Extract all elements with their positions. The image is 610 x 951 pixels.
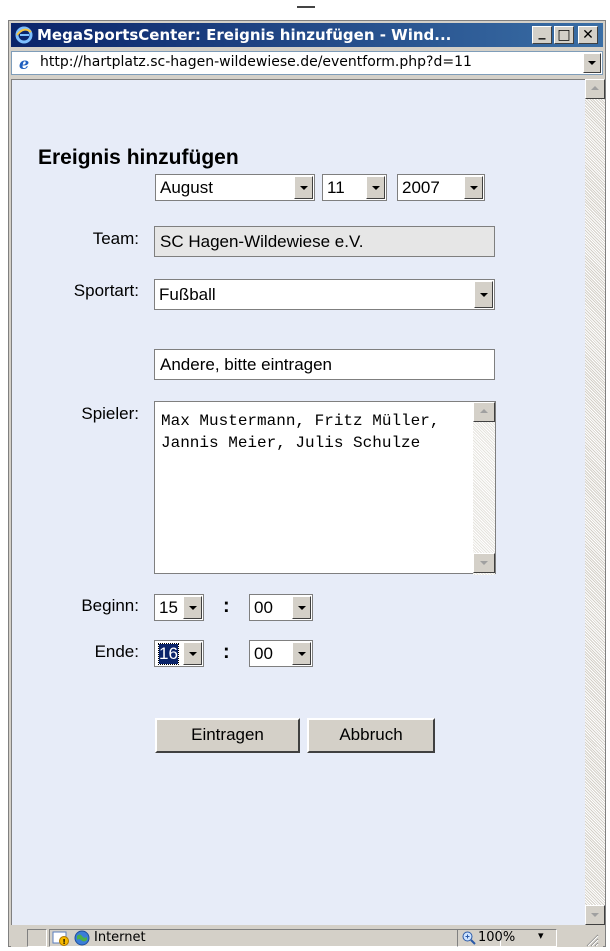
other-sport-value: Andere, bitte eintragen xyxy=(160,355,333,374)
chevron-down-icon xyxy=(297,652,306,656)
begin-hour-value: 15 xyxy=(159,598,178,617)
svg-text:!: ! xyxy=(63,938,66,946)
scroll-up-button[interactable] xyxy=(585,79,605,99)
status-bar: ! Internet 100% ▾ xyxy=(11,927,603,947)
year-dropdown-button[interactable] xyxy=(464,176,483,199)
end-minute-dropdown-button[interactable] xyxy=(292,642,311,665)
team-value: SC Hagen-Wildewiese e.V. xyxy=(160,232,364,251)
chevron-down-icon xyxy=(469,186,478,190)
sport-value: Fußball xyxy=(159,285,216,304)
resize-grip[interactable] xyxy=(583,931,599,947)
end-hour-value: 16 xyxy=(158,643,179,665)
begin-hour-select[interactable]: 15 xyxy=(154,594,204,621)
chevron-down-icon xyxy=(297,606,306,610)
address-bar[interactable]: e http://hartplatz.sc-hagen-wildewiese.d… xyxy=(11,51,603,75)
address-dropdown-button[interactable] xyxy=(583,53,601,73)
page-vertical-scrollbar[interactable] xyxy=(585,79,605,925)
window-title: MegaSportsCenter: Ereignis hinzufügen - … xyxy=(37,26,452,44)
textarea-scroll-down-button[interactable] xyxy=(473,553,495,573)
end-minute-select[interactable]: 00 xyxy=(249,640,313,667)
begin-minute-dropdown-button[interactable] xyxy=(292,596,311,619)
day-dropdown-button[interactable] xyxy=(366,176,385,199)
close-icon: ✕ xyxy=(582,27,594,43)
zoom-cell[interactable]: 100% ▾ xyxy=(457,929,557,947)
month-select[interactable]: August xyxy=(155,174,315,201)
other-sport-input[interactable]: Andere, bitte eintragen xyxy=(154,349,495,380)
chevron-down-icon xyxy=(588,61,596,65)
globe-icon xyxy=(74,930,90,946)
end-hour-select[interactable]: 16 xyxy=(154,640,204,667)
status-zone-cell: ! Internet xyxy=(49,929,501,947)
end-label: Ende: xyxy=(94,642,139,661)
minimize-icon: _ xyxy=(538,24,546,40)
zoom-icon xyxy=(462,931,476,945)
begin-time-separator: : xyxy=(223,595,230,617)
title-bar[interactable]: MegaSportsCenter: Ereignis hinzufügen - … xyxy=(11,23,603,47)
chevron-down-icon xyxy=(479,293,488,297)
zoom-label: 100% xyxy=(478,930,516,945)
maximize-icon: □ xyxy=(557,27,571,43)
month-value: August xyxy=(160,178,213,197)
submit-button[interactable]: Eintragen xyxy=(155,718,300,753)
scroll-up-icon xyxy=(480,409,488,413)
begin-minute-select[interactable]: 00 xyxy=(249,594,313,621)
end-hour-dropdown-button[interactable] xyxy=(183,642,202,665)
chevron-down-icon xyxy=(299,186,308,190)
desktop-strip xyxy=(0,0,610,20)
scroll-up-icon xyxy=(591,86,599,90)
begin-minute-value: 00 xyxy=(254,598,273,617)
chevron-down-icon xyxy=(188,652,197,656)
cancel-button[interactable]: Abbruch xyxy=(307,718,435,753)
chevron-down-icon xyxy=(188,606,197,610)
url-text[interactable]: http://hartplatz.sc-hagen-wildewiese.de/… xyxy=(40,54,580,70)
browser-window: MegaSportsCenter: Ereignis hinzufügen - … xyxy=(8,20,606,947)
resize-grip-icon xyxy=(586,934,599,947)
scroll-down-button[interactable] xyxy=(585,905,605,925)
desktop-mark xyxy=(297,6,315,12)
close-button[interactable]: ✕ xyxy=(578,26,598,44)
page-title: Ereignis hinzufügen xyxy=(38,146,239,169)
month-dropdown-button[interactable] xyxy=(294,176,313,199)
sport-dropdown-button[interactable] xyxy=(474,281,493,308)
end-minute-value: 00 xyxy=(254,644,273,663)
sport-select[interactable]: Fußball xyxy=(154,279,495,310)
scroll-down-icon xyxy=(591,913,599,917)
zone-label: Internet xyxy=(94,930,146,945)
day-value: 11 xyxy=(327,178,345,197)
year-select[interactable]: 2007 xyxy=(397,174,485,201)
year-value: 2007 xyxy=(402,178,440,197)
maximize-button[interactable]: □ xyxy=(554,26,574,44)
zoom-dropdown-icon[interactable]: ▾ xyxy=(538,929,544,942)
security-warning-icon[interactable]: ! xyxy=(52,930,70,946)
begin-hour-dropdown-button[interactable] xyxy=(183,596,202,619)
team-field: SC Hagen-Wildewiese e.V. xyxy=(154,226,495,257)
players-textarea[interactable]: Max Mustermann, Fritz Müller, Jannis Mei… xyxy=(154,401,496,575)
svg-text:e: e xyxy=(19,54,29,72)
textarea-scroll-up-button[interactable] xyxy=(473,402,495,422)
begin-label: Beginn: xyxy=(81,596,139,615)
players-value: Max Mustermann, Fritz Müller, Jannis Mei… xyxy=(161,412,450,452)
day-select[interactable]: 11 xyxy=(322,174,387,201)
end-time-separator: : xyxy=(223,641,230,663)
players-label: Spieler: xyxy=(81,404,139,423)
chevron-down-icon xyxy=(371,186,380,190)
minimize-button[interactable]: _ xyxy=(532,24,552,44)
status-progress-cell xyxy=(27,929,47,947)
sport-label: Sportart: xyxy=(73,281,139,300)
scroll-down-icon xyxy=(480,561,488,565)
ie-page-icon: e xyxy=(16,54,34,72)
players-scrollbar[interactable] xyxy=(473,402,495,575)
team-label: Team: xyxy=(92,229,139,248)
ie-logo-icon xyxy=(15,26,33,44)
